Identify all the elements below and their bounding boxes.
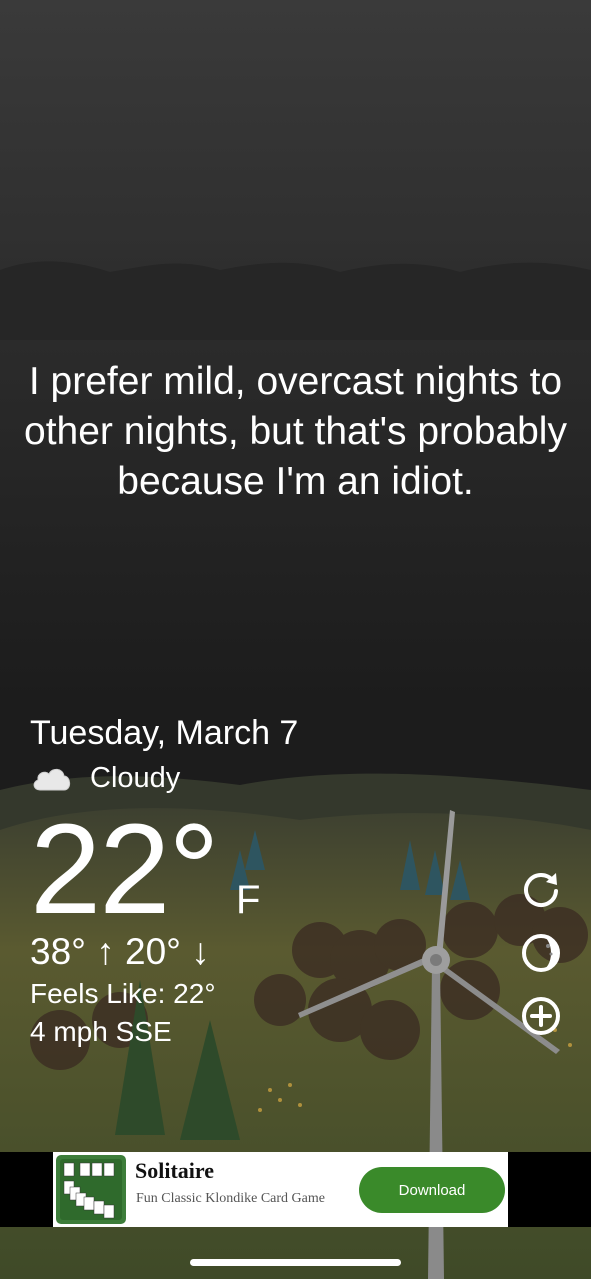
- home-indicator[interactable]: [190, 1259, 401, 1266]
- up-arrow-icon: ↑: [96, 931, 115, 972]
- weather-quote: I prefer mild, overcast nights to other …: [24, 360, 567, 503]
- current-temperature: 22°: [30, 798, 220, 941]
- high-low-row: 38° ↑ 20° ↓: [30, 930, 210, 974]
- ad-download-button[interactable]: Download: [359, 1167, 505, 1213]
- add-location-button[interactable]: [519, 994, 563, 1038]
- ad-title: Solitaire: [135, 1158, 215, 1183]
- refresh-icon: [524, 873, 558, 908]
- cloud-icon: [33, 768, 71, 791]
- high-temperature: 38°: [30, 931, 86, 972]
- feels-like: Feels Like: 22°: [30, 978, 216, 1009]
- refresh-button[interactable]: [519, 867, 563, 911]
- moon-phase-button[interactable]: [519, 931, 563, 975]
- ad-subtitle: Fun Classic Klondike Card Game: [136, 1191, 325, 1206]
- low-temperature: 20°: [125, 931, 181, 972]
- temperature-unit[interactable]: F: [236, 878, 260, 923]
- add-icon: [522, 997, 560, 1035]
- current-date: Tuesday, March 7: [30, 714, 299, 752]
- background-scene: [0, 0, 591, 1279]
- solitaire-app-icon: [56, 1155, 126, 1224]
- wind-info: 4 mph SSE: [30, 1016, 172, 1047]
- ad-content[interactable]: Solitaire Fun Classic Klondike Card Game…: [53, 1152, 508, 1227]
- moon-phase-icon: [522, 934, 560, 972]
- ad-banner[interactable]: Solitaire Fun Classic Klondike Card Game…: [0, 1152, 591, 1227]
- down-arrow-icon: ↓: [191, 931, 210, 972]
- condition-row: Cloudy: [30, 760, 180, 796]
- condition-label: Cloudy: [90, 761, 181, 794]
